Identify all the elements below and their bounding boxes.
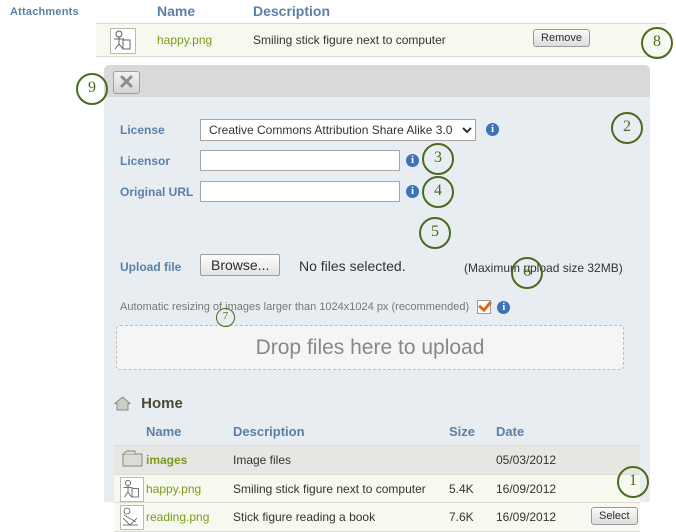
attachment-description: Smiling stick figure next to computer [253, 33, 446, 47]
folder-icon [122, 449, 144, 471]
file-date: 16/09/2012 [496, 510, 556, 524]
original-url-label: Original URL [120, 185, 193, 199]
attachments-label: Attachments [10, 6, 79, 18]
auto-resize-label: Automatic resizing of images larger than… [120, 301, 469, 313]
file-description: Smiling stick figure next to computer [233, 482, 426, 496]
image-thumbnail-icon [120, 505, 144, 530]
auto-resize-info-icon[interactable] [497, 301, 510, 314]
no-files-selected-text: No files selected. [299, 258, 406, 274]
browser-column-date: Date [496, 424, 524, 439]
remove-attachment-button[interactable]: Remove [533, 29, 590, 47]
licensor-input[interactable] [200, 150, 400, 171]
annotation-2: 2 [611, 112, 643, 144]
file-description: Stick figure reading a book [233, 510, 375, 524]
browser-column-description: Description [233, 424, 305, 439]
file-name[interactable]: happy.png [146, 482, 201, 496]
license-info-icon[interactable] [486, 123, 499, 136]
licensor-info-icon[interactable] [406, 154, 419, 167]
annotation-4: 4 [422, 176, 454, 208]
breadcrumb-home[interactable]: Home [114, 395, 183, 415]
file-description: Image files [233, 453, 291, 467]
breadcrumb-home-label: Home [141, 395, 183, 412]
table-row[interactable]: happy.png Smiling stick figure next to c… [114, 474, 640, 503]
table-row[interactable]: images Image files 05/03/2012 [114, 445, 640, 474]
upload-file-label: Upload file [120, 260, 181, 274]
annotation-3: 3 [422, 143, 454, 175]
annotation-7: 7 [216, 308, 235, 327]
file-dropzone[interactable]: Drop files here to upload [116, 325, 624, 370]
original-url-info-icon[interactable] [406, 185, 419, 198]
license-select[interactable]: Creative Commons Attribution Share Alike… [200, 119, 476, 141]
auto-resize-row: Automatic resizing of images larger than… [120, 300, 510, 314]
attachment-row: happy.png Smiling stick figure next to c… [96, 23, 666, 57]
image-thumbnail-icon [120, 477, 144, 502]
file-size: 7.6K [449, 510, 474, 524]
original-url-input[interactable] [200, 181, 400, 202]
browse-button[interactable]: Browse... [200, 254, 280, 276]
file-name[interactable]: reading.png [146, 510, 209, 524]
panel-body: License Creative Commons Attribution Sha… [104, 97, 650, 502]
file-name[interactable]: images [146, 453, 187, 467]
attachment-filename[interactable]: happy.png [157, 33, 212, 47]
close-icon[interactable] [113, 71, 140, 94]
file-date: 05/03/2012 [496, 453, 556, 467]
license-label: License [120, 123, 165, 137]
annotation-8: 8 [641, 27, 673, 59]
file-size: 5.4K [449, 482, 474, 496]
attachments-column-name: Name [157, 3, 195, 19]
auto-resize-checkbox[interactable] [477, 300, 491, 314]
max-upload-size-text: (Maximum upload size 32MB) [464, 260, 639, 276]
annotation-6: 6 [511, 257, 543, 289]
browser-column-name: Name [146, 424, 181, 439]
home-icon [114, 398, 135, 415]
file-date: 16/09/2012 [496, 482, 556, 496]
annotation-9: 9 [76, 73, 108, 105]
upload-panel: License Creative Commons Attribution Sha… [104, 65, 650, 502]
licensor-label: Licensor [120, 154, 170, 168]
table-row[interactable]: reading.png Stick figure reading a book … [114, 502, 640, 532]
annotation-1: 1 [617, 466, 649, 498]
annotation-5: 5 [419, 217, 451, 249]
select-file-button[interactable]: Select [591, 507, 638, 525]
panel-header [104, 65, 650, 97]
attachments-column-description: Description [253, 3, 330, 19]
attachment-thumbnail-icon [110, 28, 136, 54]
browser-column-size: Size [449, 424, 475, 439]
